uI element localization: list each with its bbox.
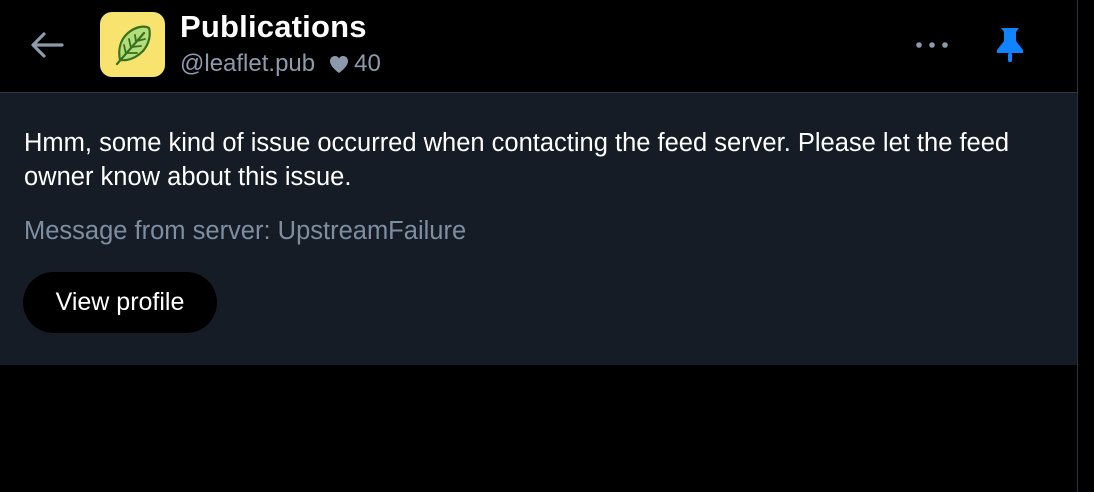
arrow-left-icon xyxy=(29,31,65,59)
feed-error-panel: Hmm, some kind of issue occurred when co… xyxy=(0,93,1077,365)
feed-avatar[interactable] xyxy=(100,12,165,77)
ellipsis-icon xyxy=(915,41,949,49)
leaf-icon xyxy=(108,20,158,70)
more-options-button[interactable] xyxy=(906,24,958,66)
error-message: Hmm, some kind of issue occurred when co… xyxy=(24,129,1010,191)
view-profile-button[interactable]: View profile xyxy=(23,272,217,333)
like-count: 40 xyxy=(354,50,381,77)
feed-handle[interactable]: @leaflet.pub xyxy=(180,50,315,78)
pin-icon xyxy=(994,26,1026,64)
pin-feed-button[interactable] xyxy=(984,20,1036,70)
server-message: Message from server: UpstreamFailure xyxy=(24,217,467,245)
feed-title: Publications xyxy=(180,9,367,44)
feed-meta: @leaflet.pub 40 xyxy=(180,50,381,78)
column-divider xyxy=(1077,0,1078,492)
feed-header: Publications @leaflet.pub 40 xyxy=(0,0,1077,93)
back-button[interactable] xyxy=(24,24,70,66)
heart-icon xyxy=(329,55,349,74)
feed-screen: Publications @leaflet.pub 40 Hmm, some k… xyxy=(0,0,1094,492)
